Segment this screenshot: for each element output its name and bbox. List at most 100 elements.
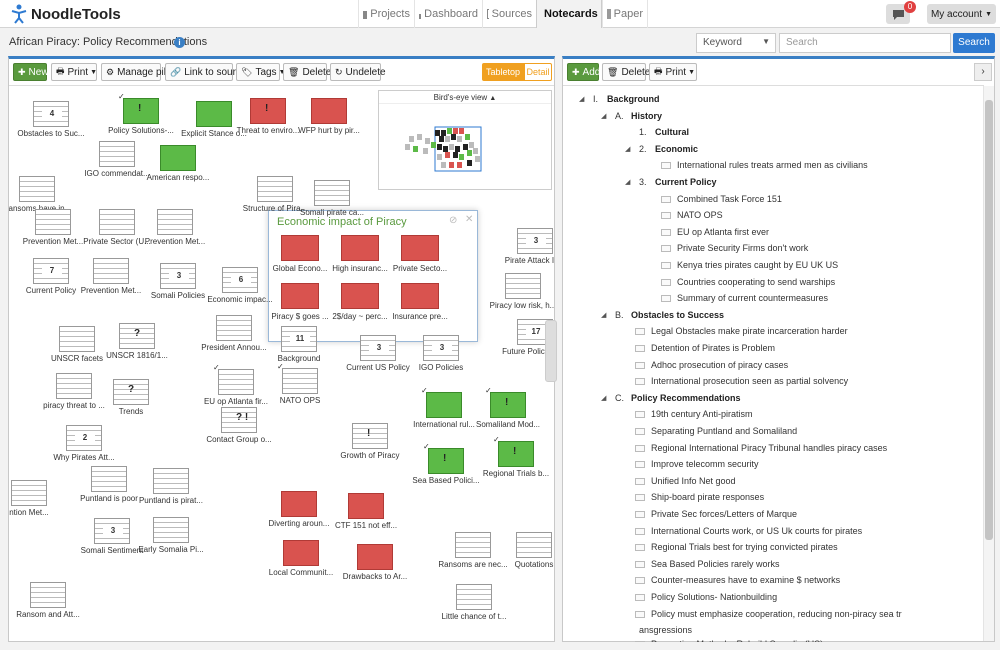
notecard-pile[interactable]: 3 IGO Policies	[419, 332, 463, 372]
outline-notecard[interactable]: EU op Atlanta first ever	[677, 227, 769, 237]
notecard-icon[interactable]	[635, 378, 645, 386]
notecard-icon[interactable]	[635, 577, 645, 585]
notecard-icon[interactable]	[635, 328, 645, 336]
tabletop-canvas[interactable]: Bird's-eye view ▲ Economic impact of Pir…	[9, 85, 554, 642]
notecard-pile[interactable]: Drawbacks to Ar...	[343, 544, 407, 581]
notecard[interactable]	[153, 468, 189, 494]
notecard[interactable]	[91, 466, 127, 492]
outline-notecard[interactable]: Improve telecomm security	[651, 459, 759, 469]
notecard-pile[interactable]: 7 Current Policy	[26, 255, 76, 295]
notecard-pile[interactable]: Explicit Stance o...	[181, 101, 247, 138]
notecard-pile[interactable]: ✓ NATO OPS	[277, 362, 320, 405]
outline-scrollbar[interactable]	[983, 86, 994, 641]
tags-button[interactable]: 🏷Tags▼	[236, 63, 286, 81]
settings-icon[interactable]: ⊘	[449, 215, 457, 226]
notecard-icon[interactable]	[635, 594, 645, 601]
notecard-icon[interactable]	[661, 295, 671, 303]
notecard[interactable]	[282, 368, 318, 394]
notecard-pile[interactable]: Piracy low risk, h...	[490, 273, 554, 310]
notecard-pile[interactable]: ! ✓ Regional Trials b...	[483, 435, 549, 478]
print-button[interactable]: 🖶 Print ▼	[51, 63, 97, 81]
outline-notecard[interactable]: Regional International Piracy Tribunal h…	[651, 443, 887, 453]
popup-notecard[interactable]	[401, 283, 439, 309]
notecard-icon[interactable]	[635, 361, 645, 369]
notecard-pile[interactable]: American respo...	[147, 145, 209, 182]
notecard-icon[interactable]	[635, 477, 645, 485]
info-icon[interactable]: i	[174, 37, 185, 48]
notecard-pile[interactable]: ! Threat to enviro...	[237, 98, 299, 135]
notecard-pile[interactable]: President Annou...	[201, 315, 267, 352]
outline-notecard[interactable]: ansgressions	[639, 625, 692, 635]
delete-button[interactable]: 🗑 Delete	[283, 63, 331, 81]
notecard-icon[interactable]	[635, 345, 645, 352]
notecard[interactable]	[218, 369, 254, 395]
notecard-icon[interactable]	[635, 610, 645, 618]
notecard[interactable]: 3	[91, 515, 130, 544]
notecard-pile[interactable]: Puntland is poor	[80, 466, 138, 503]
outline-notecard[interactable]: International rules treats armed men as …	[677, 160, 868, 170]
popup-notecard[interactable]	[281, 235, 319, 261]
outline-notecard[interactable]: Adhoc prosecution of piracy cases	[651, 360, 788, 370]
notecard-icon[interactable]	[661, 262, 671, 269]
outline-heading[interactable]: Background	[607, 94, 660, 104]
notecard-pile[interactable]: ! Growth of Piracy	[340, 423, 400, 460]
notecard[interactable]	[257, 176, 293, 202]
notecard[interactable]	[93, 258, 129, 284]
notecard[interactable]	[426, 392, 462, 418]
collapse-triangle-icon[interactable]: ◢	[601, 311, 606, 319]
notecard[interactable]: 7	[30, 255, 69, 284]
notecard-icon[interactable]	[635, 560, 645, 568]
outline-heading[interactable]: Obstacles to Success	[631, 310, 724, 320]
notecard-pile[interactable]: Prevention Met...	[145, 209, 205, 246]
outline-notecard[interactable]: Policy Solutions- Nationbuilding	[651, 592, 777, 602]
undelete-button[interactable]: ↻ Undelete	[330, 63, 386, 81]
notecard-pile[interactable]: 3 Pirate Attack Info	[505, 225, 554, 265]
notecard-pile[interactable]: ? ! Contact Group o...	[206, 407, 272, 444]
collapse-triangle-icon[interactable]: ◢	[625, 145, 630, 153]
notecard-pile[interactable]: ! ✓ Sea Based Polici...	[412, 442, 479, 485]
notecard[interactable]: 3	[357, 332, 396, 361]
notecard-icon[interactable]	[661, 195, 671, 203]
notecard-icon[interactable]	[635, 544, 645, 552]
notecard[interactable]	[516, 532, 552, 558]
notecard[interactable]	[283, 540, 319, 566]
outline-notecard[interactable]: Separating Puntland and Somaliland	[651, 426, 797, 436]
notecard[interactable]	[357, 544, 393, 570]
notecard-pile[interactable]: Prevention Met...	[81, 258, 141, 295]
notecard-pile[interactable]: 4 Obstacles to Suc...	[17, 98, 85, 138]
notecard-pile[interactable]: CTF 151 not eff...	[335, 493, 397, 530]
collapse-triangle-icon[interactable]: ◢	[601, 394, 606, 402]
outline-notecard[interactable]: Unified Info Net good	[651, 476, 736, 486]
notecard[interactable]	[157, 209, 193, 235]
notecard[interactable]: !	[428, 448, 464, 474]
notecard[interactable]	[30, 582, 66, 608]
tab-projects[interactable]: Projects	[358, 0, 414, 28]
collapse-triangle-icon[interactable]: ◢	[601, 112, 606, 120]
notecard-pile[interactable]: 6 Economic impac...	[207, 264, 273, 304]
expand-panel-button[interactable]: ›	[974, 63, 992, 81]
outline-notecard[interactable]: Sea Based Policies rarely works	[651, 559, 780, 569]
outline-notecard[interactable]: Counter-measures have to examine $ netwo…	[651, 575, 840, 585]
outline-notecard[interactable]: NATO OPS	[677, 210, 723, 220]
notecard-icon[interactable]	[635, 511, 645, 518]
outline-heading[interactable]: Economic	[655, 144, 698, 154]
notecard-pile[interactable]: ? UNSCR 1816/1...	[106, 323, 168, 360]
notecard-pile[interactable]: 3 Current US Policy	[346, 332, 410, 372]
notecard[interactable]: !	[490, 392, 526, 418]
tab-paper[interactable]: Paper	[602, 0, 648, 28]
notecard-pile[interactable]: Local Communit...	[269, 540, 333, 577]
detail-view-toggle[interactable]: Detail	[524, 63, 552, 81]
notecard-pile[interactable]: Little chance of t...	[442, 584, 506, 621]
notecard[interactable]: !	[352, 423, 388, 449]
notecard[interactable]	[153, 517, 189, 543]
outline-notecard[interactable]: Private Security Firms don't work	[677, 243, 808, 253]
notecard[interactable]	[56, 373, 92, 399]
pile-popup[interactable]: Economic impact of Piracy ⊘ ✕ Global Eco…	[268, 210, 478, 342]
outline-notecard[interactable]: Detention of Pirates is Problem	[651, 343, 775, 353]
popup-notecard[interactable]	[401, 235, 439, 261]
my-account-button[interactable]: My account ▼	[927, 4, 996, 24]
notecard-pile[interactable]: Somali pirate ca...	[300, 180, 364, 217]
notecard[interactable]: 2	[63, 422, 102, 451]
notecard-pile[interactable]: ! ✓ Somaliland Mod...	[476, 386, 540, 429]
outline-notecard[interactable]: Kenya tries pirates caught by EU UK US	[677, 260, 838, 270]
